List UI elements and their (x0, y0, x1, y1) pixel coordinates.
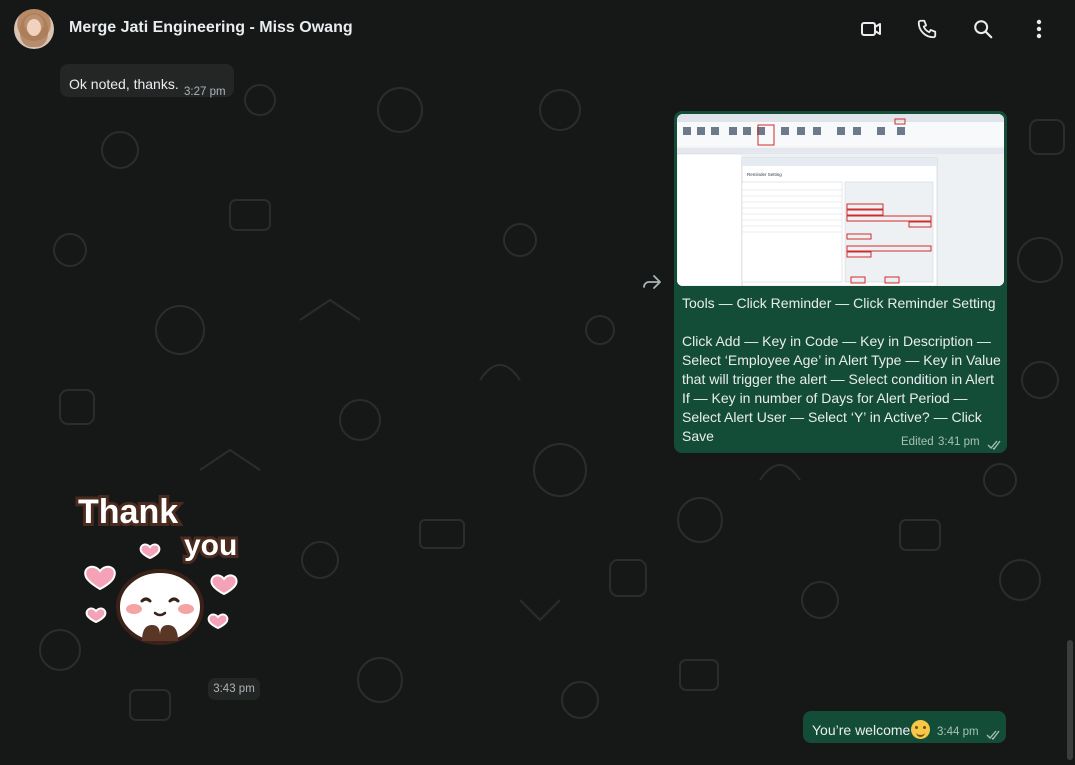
contact-avatar[interactable] (14, 9, 54, 49)
message-text: Ok noted, thanks. (69, 76, 179, 92)
search-icon[interactable] (969, 15, 997, 43)
outgoing-message[interactable]: You’re welcome 3:44 pm (803, 711, 1006, 743)
thank-you-sticker[interactable]: Thank you (72, 489, 262, 649)
image-caption: Tools — Click Reminder — Click Reminder … (682, 295, 1001, 444)
video-call-icon[interactable] (857, 15, 885, 43)
sticker-text-thank: Thank (78, 493, 178, 531)
chat-header: Merge Jati Engineering - Miss Owang (0, 0, 1075, 59)
message-time: 3:27 pm (184, 86, 226, 98)
message-list[interactable]: Ok noted, thanks. 3:27 pm Reminder Setti… (0, 59, 1075, 765)
edited-label: Edited (901, 436, 934, 448)
double-check-icon (986, 727, 1000, 745)
forward-icon[interactable] (641, 272, 665, 294)
chat-title[interactable]: Merge Jati Engineering - Miss Owang (69, 19, 353, 37)
hugging-face-emoji-icon (911, 720, 931, 739)
chat-scrollbar[interactable] (1067, 640, 1073, 760)
message-time: 3:41 pm (938, 436, 980, 448)
incoming-message[interactable]: Ok noted, thanks. 3:27 pm (60, 64, 234, 98)
outgoing-image-message[interactable]: Reminder Setting Tools — Click Reminder … (674, 111, 1007, 453)
message-time: 3:44 pm (937, 726, 979, 738)
voice-call-icon[interactable] (913, 15, 941, 43)
sticker-text-you: you (184, 529, 237, 562)
more-options-icon[interactable] (1025, 15, 1053, 43)
reminder-setting-title: Reminder Setting (747, 172, 782, 177)
sticker-time: 3:43 pm (208, 678, 260, 700)
image-attachment[interactable]: Reminder Setting (677, 114, 1004, 286)
message-text: You’re welcome (812, 720, 931, 739)
double-check-icon (987, 437, 1001, 455)
